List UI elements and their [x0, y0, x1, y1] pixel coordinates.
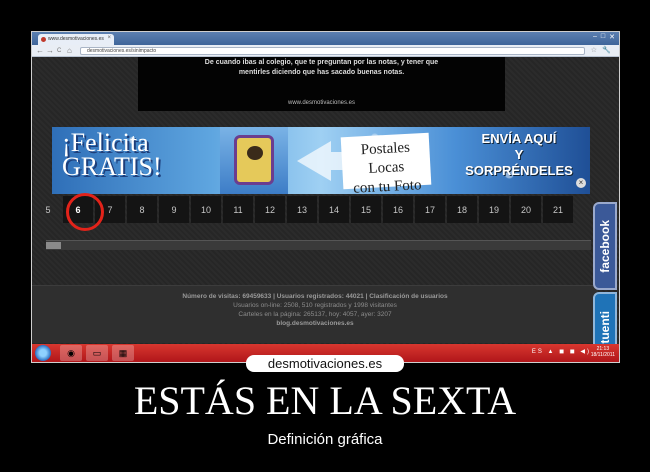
facebook-tab[interactable]: facebook [593, 202, 617, 290]
video-caption-line2: mentirles diciendo que has sacado buenas… [238, 69, 405, 76]
facebook-label: facebook [598, 219, 612, 273]
page-link-19[interactable]: 19 [479, 196, 509, 223]
wrench-icon[interactable]: 🔧 [602, 46, 611, 54]
window-controls: – □ ✕ [593, 33, 615, 41]
banner-right-line2: Y [514, 147, 524, 162]
chrome-taskbar-icon[interactable]: ◉ [60, 345, 82, 361]
page-link-17[interactable]: 17 [415, 196, 445, 223]
explorer-taskbar-icon[interactable]: ▭ [86, 345, 108, 361]
video-caption-line1: De cuando ibas al colegio, que te pregun… [204, 59, 439, 66]
page-link-16[interactable]: 16 [383, 196, 413, 223]
page-link-10[interactable]: 10 [191, 196, 221, 223]
page-link-15[interactable]: 15 [351, 196, 381, 223]
site-footer: Número de visitas: 69459633 | Usuarios r… [32, 285, 598, 343]
browser-tabbar: www.desmotivaciones.es × – □ ✕ [32, 32, 619, 45]
page-link-9[interactable]: 9 [159, 196, 189, 223]
bookmark-star-icon[interactable]: ☆ [591, 46, 597, 54]
app-taskbar-icon[interactable]: ▦ [112, 345, 134, 361]
web-page: De cuando ibas al colegio, que te pregun… [32, 57, 619, 362]
banner-close-icon[interactable]: × [576, 178, 586, 188]
screenshot-frame: www.desmotivaciones.es × – □ ✕ ← → C ⌂ d… [31, 31, 620, 363]
video-watermark: www.desmotivaciones.es [287, 100, 356, 106]
close-icon[interactable]: ✕ [609, 33, 615, 41]
banner-envia: ENVÍA AQUÍ Y SORPRÉNDELES [452, 131, 586, 179]
browser-navbar: ← → C ⌂ desmotivaciones.es/sinimpacto ☆ … [32, 45, 619, 57]
banner-right-line3: SORPRÉNDELES [465, 163, 573, 178]
character-body [234, 135, 274, 185]
browser-tab[interactable]: www.desmotivaciones.es × [38, 34, 114, 45]
footer-posters: Carteles en la página: 265137, hoy: 4057… [238, 311, 392, 318]
banner-right-line1: ENVÍA AQUÍ [481, 131, 557, 146]
tuenti-label: tuenti [598, 310, 612, 344]
arrow-left-icon [297, 141, 331, 181]
page-link-11[interactable]: 11 [223, 196, 253, 223]
page-link-12[interactable]: 12 [255, 196, 285, 223]
page-link-5[interactable]: 5 [35, 196, 61, 223]
page-link-20[interactable]: 20 [511, 196, 541, 223]
tab-close-icon[interactable]: × [107, 35, 111, 41]
address-bar[interactable]: desmotivaciones.es/sinimpacto [80, 47, 585, 55]
favicon-icon [41, 37, 46, 42]
maximize-icon[interactable]: □ [601, 33, 605, 41]
poster-subtitle: Definición gráfica [267, 431, 383, 448]
highlight-circle [66, 193, 104, 231]
back-icon[interactable]: ← [36, 46, 44, 56]
page-link-13[interactable]: 13 [287, 196, 317, 223]
page-link-14[interactable]: 14 [319, 196, 349, 223]
reload-icon[interactable]: C [57, 46, 61, 56]
page-link-8[interactable]: 8 [127, 196, 157, 223]
horizontal-scrollbar[interactable] [46, 240, 591, 250]
scrollbar-thumb[interactable] [46, 242, 61, 249]
forward-icon[interactable]: → [46, 46, 54, 56]
footer-stats: Número de visitas: 69459633 | Usuarios r… [182, 293, 448, 300]
banner-left-line2: GRATIS! [62, 152, 162, 181]
poster-title: ESTÁS EN LA SEXTA [133, 378, 517, 423]
footer-blog-link[interactable]: blog.desmotivaciones.es [32, 319, 598, 328]
banner-postales-card: Postales Locas con tu Foto [340, 132, 432, 194]
postales-line1: Postales Locas [360, 139, 411, 177]
page-link-18[interactable]: 18 [447, 196, 477, 223]
character-face [247, 146, 263, 160]
home-icon[interactable]: ⌂ [67, 46, 72, 56]
footer-online: Usuarios on-line: 2508, 510 registrados … [233, 302, 397, 309]
system-tray[interactable]: ES ▲ ◼ ◼ ◀) [532, 348, 591, 355]
site-logo: desmotivaciones.es [246, 355, 404, 372]
ad-banner[interactable]: ¡Felicita GRATIS! Postales Locas con tu … [52, 127, 590, 194]
video-player[interactable]: De cuando ibas al colegio, que te pregun… [138, 57, 505, 111]
start-button[interactable] [35, 345, 51, 361]
tab-title: www.desmotivaciones.es [48, 36, 104, 42]
banner-felicita: ¡Felicita GRATIS! [62, 130, 162, 181]
minimize-icon[interactable]: – [593, 33, 597, 41]
page-link-21[interactable]: 21 [543, 196, 573, 223]
banner-character-image [220, 127, 288, 194]
pagination: 5 6 7 8 9 10 11 12 13 14 15 16 17 18 19 20 21 [35, 196, 573, 223]
clock-date: 18/11/2011 [590, 352, 615, 358]
taskbar-clock[interactable]: 21:13 18/11/2011 [591, 346, 615, 358]
